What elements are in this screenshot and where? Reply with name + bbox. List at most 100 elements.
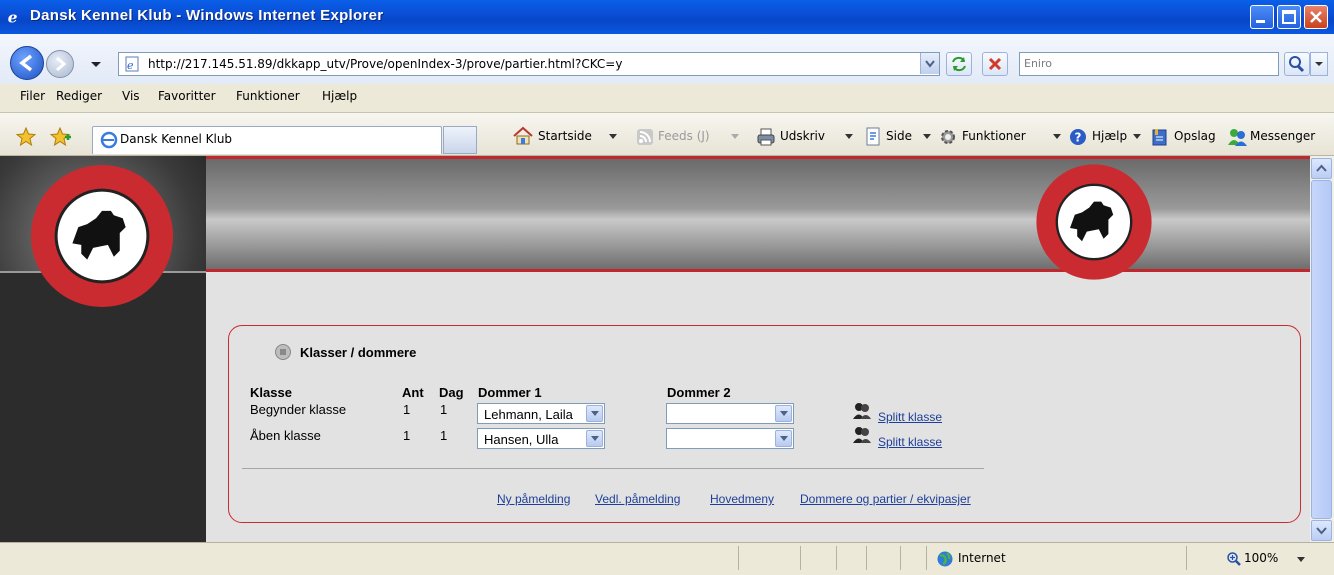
row2-ant: 1 <box>403 428 411 443</box>
dkk-logo <box>1036 164 1152 280</box>
row2-dag: 1 <box>440 428 448 443</box>
chevron-down-icon <box>775 430 792 447</box>
new-registration-link[interactable]: Ny påmelding <box>497 492 570 506</box>
row2-klasse: Åben klasse <box>250 428 321 443</box>
tab-label: Dansk Kennel Klub <box>120 132 233 146</box>
chevron-down-icon <box>731 134 739 139</box>
search-input[interactable] <box>1019 52 1279 76</box>
home-button[interactable]: Startside <box>538 129 592 143</box>
scroll-down-button[interactable] <box>1311 520 1332 541</box>
search-placeholder: Eniro <box>1024 57 1052 70</box>
lookup-book-icon <box>1152 129 1167 146</box>
row1-dommer2-select[interactable] <box>666 403 794 424</box>
globe-icon <box>937 551 953 567</box>
maximize-button[interactable] <box>1277 5 1301 29</box>
row1-ant: 1 <box>403 402 411 417</box>
lookup-button[interactable]: Opslag <box>1174 129 1216 143</box>
zoom-level[interactable]: 100% <box>1244 551 1278 565</box>
menu-hjaelp[interactable]: Hjælp <box>322 89 357 103</box>
home-icon <box>513 126 533 145</box>
maximize-icon <box>1282 10 1296 24</box>
address-dropdown-button[interactable] <box>920 53 939 74</box>
chevron-down-icon[interactable] <box>922 133 932 141</box>
feeds-button[interactable]: Feeds (J) <box>658 129 710 143</box>
security-zone-label: Internet <box>958 551 1006 565</box>
split-class-link-1[interactable]: Splitt klasse <box>878 410 942 424</box>
row1-klasse: Begynder klasse <box>250 402 347 417</box>
forward-button[interactable] <box>46 50 74 78</box>
ie-page-icon <box>100 131 118 149</box>
print-button[interactable]: Udskriv <box>780 129 825 143</box>
minimize-icon <box>1256 20 1265 23</box>
menu-vis[interactable]: Vis <box>122 89 140 103</box>
refresh-button[interactable] <box>946 52 972 76</box>
messenger-button[interactable]: Messenger <box>1250 129 1315 143</box>
new-tab-button[interactable] <box>443 126 477 154</box>
chevron-down-icon <box>775 405 792 422</box>
header-dommer2: Dommer 2 <box>667 385 731 400</box>
header-ant: Ant <box>402 385 424 400</box>
window-title: Dansk Kennel Klub - Windows Internet Exp… <box>30 7 384 24</box>
menu-favoritter[interactable]: Favoritter <box>158 89 216 103</box>
split-users-icon <box>853 403 871 419</box>
chevron-down-icon <box>1316 527 1327 535</box>
panel-divider <box>242 468 984 469</box>
address-url: http://217.145.51.89/dkkapp_utv/Prove/op… <box>148 57 623 71</box>
judges-parties-link[interactable]: Dommere og partier / ekvipasjer <box>800 492 971 506</box>
help-icon: ? <box>1070 129 1086 145</box>
row1-dommer1-select[interactable]: Lehmann, Laila <box>477 403 605 424</box>
page-menu-icon <box>866 127 880 146</box>
status-bar <box>0 542 1334 575</box>
chevron-down-icon[interactable] <box>1052 133 1062 141</box>
scroll-thumb[interactable] <box>1311 180 1332 519</box>
split-users-icon <box>853 427 871 443</box>
panel-title: Klasser / dommere <box>300 345 417 360</box>
row2-dommer1-select[interactable]: Hansen, Ulla <box>477 428 605 449</box>
search-options-button[interactable] <box>1310 52 1328 76</box>
add-favorite-icon[interactable] <box>50 127 72 147</box>
menu-rediger[interactable]: Rediger <box>56 89 102 103</box>
svg-text:?: ? <box>1075 131 1082 145</box>
header-dommer1: Dommer 1 <box>478 385 542 400</box>
search-icon <box>1289 56 1305 73</box>
chevron-down-icon[interactable] <box>608 133 618 141</box>
dkk-logo <box>30 164 174 308</box>
chevron-down-icon[interactable] <box>1132 133 1142 141</box>
tools-button[interactable]: Funktioner <box>962 129 1026 143</box>
page-menu-button[interactable]: Side <box>886 129 912 143</box>
close-button[interactable] <box>1304 5 1328 29</box>
menu-filer[interactable]: Filer <box>20 89 45 103</box>
print-icon <box>757 128 775 146</box>
window-title-bar: e Dansk Kennel Klub - Windows Internet E… <box>0 0 1334 34</box>
gear-icon <box>941 130 955 144</box>
header-dag: Dag <box>439 385 464 400</box>
menu-funktioner[interactable]: Funktioner <box>236 89 300 103</box>
help-button[interactable]: Hjælp <box>1092 129 1127 143</box>
svg-text:e: e <box>127 59 134 72</box>
close-icon <box>1310 11 1322 23</box>
stop-icon <box>988 57 1002 71</box>
favorites-star-icon[interactable] <box>16 127 36 147</box>
scroll-up-button[interactable] <box>1311 158 1332 179</box>
split-class-link-2[interactable]: Splitt klasse <box>878 435 942 449</box>
chevron-down-icon[interactable] <box>844 133 854 141</box>
edit-registration-link[interactable]: Vedl. påmelding <box>595 492 680 506</box>
chevron-down-icon[interactable] <box>1296 556 1306 564</box>
arrow-left-icon <box>19 54 33 72</box>
row2-dommer2-select[interactable] <box>666 428 794 449</box>
messenger-icon <box>1228 129 1247 146</box>
minimize-button[interactable] <box>1250 5 1274 29</box>
zoom-icon[interactable] <box>1226 551 1242 567</box>
page-icon: e <box>125 56 139 72</box>
stop-button[interactable] <box>982 52 1008 76</box>
search-button[interactable] <box>1284 52 1310 76</box>
header-klasse: Klasse <box>250 385 292 400</box>
back-button[interactable] <box>10 46 44 80</box>
main-menu-link[interactable]: Hovedmeny <box>710 492 774 506</box>
svg-text:e: e <box>8 8 18 26</box>
list-icon <box>275 344 291 360</box>
recent-pages-dropdown-icon[interactable] <box>90 60 102 70</box>
chevron-down-icon <box>586 430 603 447</box>
row1-dag: 1 <box>440 402 448 417</box>
refresh-icon <box>952 56 966 72</box>
